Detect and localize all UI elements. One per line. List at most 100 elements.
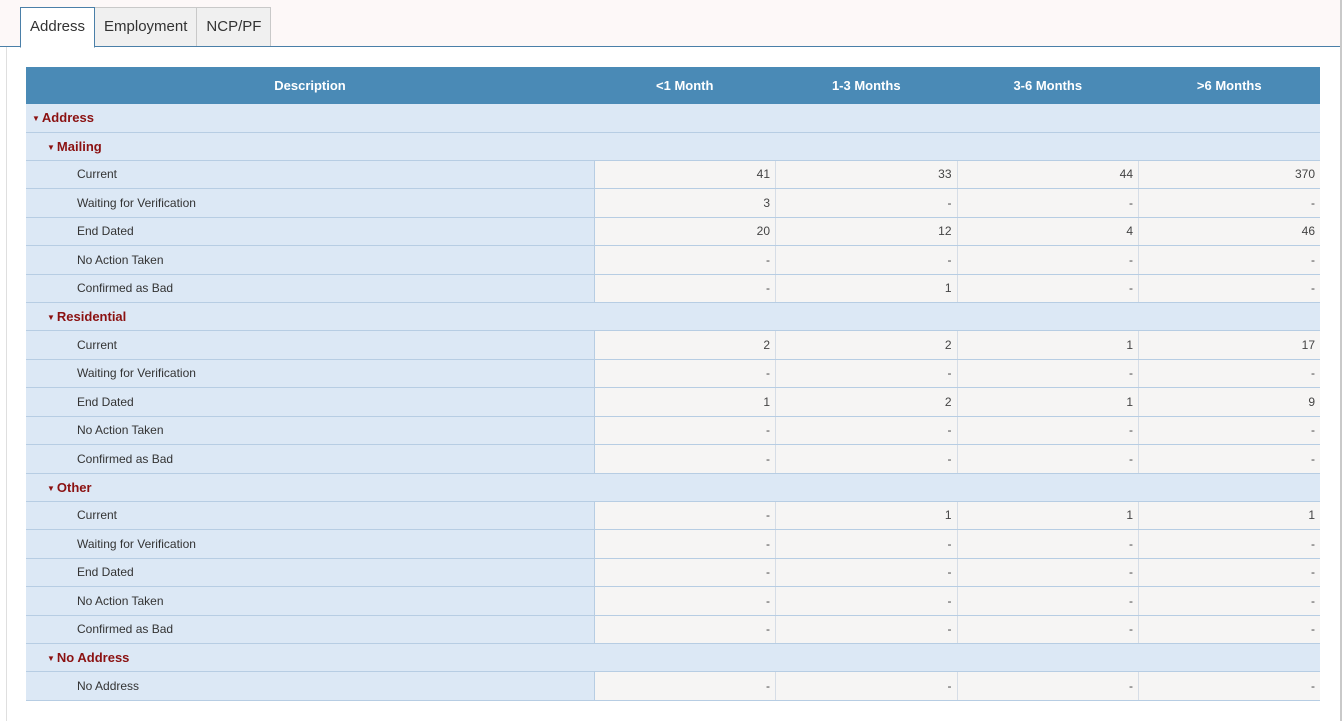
value-cell[interactable]: - [1138,529,1320,559]
value-cell[interactable]: 370 [1138,160,1320,189]
value-cell[interactable]: 1 [957,501,1139,530]
value-cell[interactable]: - [1138,416,1320,445]
value-cell[interactable]: - [775,671,958,701]
tab-employment[interactable]: Employment [94,7,198,46]
caret-down-icon[interactable]: ▼ [32,114,40,123]
value-cell[interactable]: - [1138,274,1320,303]
value-cell[interactable]: 2 [775,387,958,417]
column-header-3-6-months[interactable]: 3-6 Months [957,67,1139,104]
table-row[interactable]: Confirmed as Bad - - - - [26,615,1320,644]
value-cell[interactable]: 1 [1138,501,1320,530]
value-cell[interactable]: - [594,558,776,587]
value-cell[interactable]: 46 [1138,217,1320,246]
value-cell[interactable]: 2 [775,330,958,360]
table-row[interactable]: Waiting for Verification - - - - [26,529,1320,559]
value-cell[interactable]: 3 [594,188,776,218]
table-row[interactable]: Confirmed as Bad - - - - [26,444,1320,474]
value-cell[interactable]: - [775,615,958,644]
value-cell[interactable]: - [594,671,776,701]
subgroup-row[interactable]: ▼ No Address [26,643,1320,672]
value-cell[interactable]: - [775,188,958,218]
value-cell[interactable]: - [1138,245,1320,275]
value-cell[interactable]: 1 [957,330,1139,360]
value-cell[interactable]: 4 [957,217,1139,246]
value-cell[interactable]: - [775,359,958,388]
column-header-description[interactable]: Description [26,67,594,104]
value-cell[interactable]: - [594,586,776,616]
subgroup-cell[interactable]: ▼ No Address [26,643,1320,672]
value-cell[interactable]: - [594,444,776,474]
table-row[interactable]: Waiting for Verification - - - - [26,359,1320,388]
value-cell[interactable]: 1 [957,387,1139,417]
value-cell[interactable]: - [957,245,1139,275]
column-header-gt-6-months[interactable]: >6 Months [1138,67,1320,104]
table-row[interactable]: No Action Taken - - - - [26,416,1320,445]
tab-ncp-pf[interactable]: NCP/PF [196,7,272,46]
value-cell[interactable]: 17 [1138,330,1320,360]
value-cell[interactable]: - [1138,558,1320,587]
table-row[interactable]: End Dated 1 2 1 9 [26,387,1320,417]
subgroup-cell[interactable]: ▼ Mailing [26,132,1320,161]
value-cell[interactable]: - [957,416,1139,445]
value-cell[interactable]: - [957,188,1139,218]
subgroup-row[interactable]: ▼ Residential [26,302,1320,331]
value-cell[interactable]: - [1138,444,1320,474]
subgroup-cell[interactable]: ▼ Other [26,473,1320,502]
value-cell[interactable]: - [594,245,776,275]
value-cell[interactable]: 1 [594,387,776,417]
value-cell[interactable]: - [594,615,776,644]
table-row[interactable]: End Dated - - - - [26,558,1320,587]
value-cell[interactable]: - [1138,615,1320,644]
caret-down-icon[interactable]: ▼ [47,484,55,493]
caret-down-icon[interactable]: ▼ [47,143,55,152]
table-row[interactable]: Current 2 2 1 17 [26,330,1320,360]
group-cell[interactable]: ▼ Address [26,104,1320,133]
value-cell[interactable]: 12 [775,217,958,246]
table-row[interactable]: End Dated 20 12 4 46 [26,217,1320,246]
value-cell[interactable]: - [594,416,776,445]
table-row[interactable]: Confirmed as Bad -1- - [26,274,1320,303]
value-cell[interactable]: - [775,245,958,275]
table-row[interactable]: No Action Taken - - - - [26,586,1320,616]
value-cell[interactable]: - [775,529,958,559]
value-cell[interactable]: - [1138,586,1320,616]
table-row[interactable]: Waiting for Verification 3- - - [26,188,1320,218]
value-cell[interactable]: - [594,501,776,530]
value-cell[interactable]: - [957,274,1139,303]
value-cell[interactable]: - [775,586,958,616]
value-cell[interactable]: - [1138,188,1320,218]
value-cell[interactable]: 33 [775,160,958,189]
value-cell[interactable]: - [957,444,1139,474]
value-cell[interactable]: - [775,558,958,587]
value-cell[interactable]: - [594,529,776,559]
caret-down-icon[interactable]: ▼ [47,654,55,663]
value-cell[interactable]: - [957,615,1139,644]
value-cell[interactable]: 20 [594,217,776,246]
value-cell[interactable]: 2 [594,330,776,360]
subgroup-row[interactable]: ▼ Other [26,473,1320,502]
table-row[interactable]: Current 41 33 44 370 [26,160,1320,189]
column-header-lt-1-month[interactable]: <1 Month [594,67,776,104]
value-cell[interactable]: 41 [594,160,776,189]
table-row[interactable]: Current -1 1 1 [26,501,1320,530]
value-cell[interactable]: - [1138,671,1320,701]
group-row-address[interactable]: ▼ Address [26,104,1320,133]
value-cell[interactable]: - [594,274,776,303]
tab-address[interactable]: Address [20,7,96,48]
value-cell[interactable]: - [957,586,1139,616]
value-cell[interactable]: - [957,671,1139,701]
value-cell[interactable]: 1 [775,501,958,530]
value-cell[interactable]: - [957,359,1139,388]
caret-down-icon[interactable]: ▼ [47,313,55,322]
table-row[interactable]: No Action Taken - - - - [26,245,1320,275]
subgroup-cell[interactable]: ▼ Residential [26,302,1320,331]
column-header-1-3-months[interactable]: 1-3 Months [775,67,957,104]
value-cell[interactable]: - [957,529,1139,559]
value-cell[interactable]: - [775,416,958,445]
value-cell[interactable]: - [957,558,1139,587]
value-cell[interactable]: - [775,444,958,474]
subgroup-row[interactable]: ▼ Mailing [26,132,1320,161]
value-cell[interactable]: 44 [957,160,1139,189]
value-cell[interactable]: 1 [775,274,958,303]
value-cell[interactable]: - [594,359,776,388]
